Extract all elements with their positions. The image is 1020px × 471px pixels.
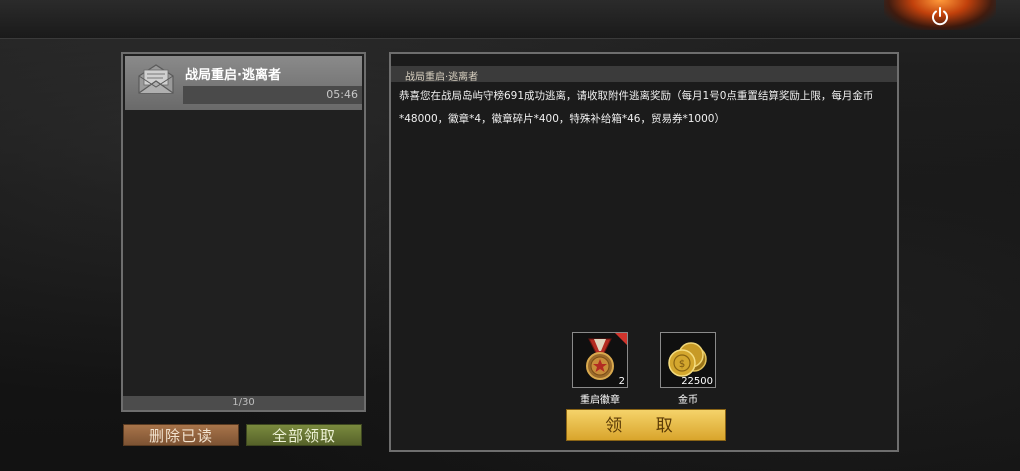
detail-body: 恭喜您在战局岛屿守榜691成功逃离，请收取附件逃离奖励（每月1号0点重置结算奖励… — [399, 90, 874, 125]
reward-slot[interactable]: $ 22500 — [660, 332, 716, 388]
mail-item-title: 战局重启·逃离者 — [185, 68, 281, 83]
top-bar — [0, 0, 1020, 39]
reward-count: 2 — [618, 376, 625, 387]
power-icon — [932, 7, 948, 26]
mail-item-bar: 05:46 — [183, 86, 362, 104]
claim-all-button[interactable]: 全部领取 — [246, 424, 362, 446]
svg-text:$: $ — [679, 359, 685, 370]
page-indicator: 1/30 — [123, 396, 364, 410]
envelope-icon — [138, 64, 174, 94]
mail-list: 战局重启·逃离者 05:46 1/30 — [121, 52, 366, 412]
power-button[interactable] — [884, 0, 996, 30]
reward-name: 重启徽章 — [580, 395, 620, 406]
reward-count: 22500 — [681, 376, 713, 387]
mail-item-time: 05:46 — [326, 88, 358, 101]
detail-title: 战局重启·逃离者 — [405, 72, 479, 83]
reward-slot[interactable]: 2 — [572, 332, 628, 388]
mail-list-item[interactable]: 战局重启·逃离者 05:46 — [125, 56, 362, 110]
delete-read-button[interactable]: 删除已读 — [123, 424, 239, 446]
mail-detail-panel: 战局重启·逃离者 恭喜您在战局岛屿守榜691成功逃离，请收取附件逃离奖励（每月1… — [389, 52, 899, 452]
reward-name: 金币 — [678, 395, 698, 406]
claim-button[interactable]: 领 取 — [566, 409, 726, 441]
